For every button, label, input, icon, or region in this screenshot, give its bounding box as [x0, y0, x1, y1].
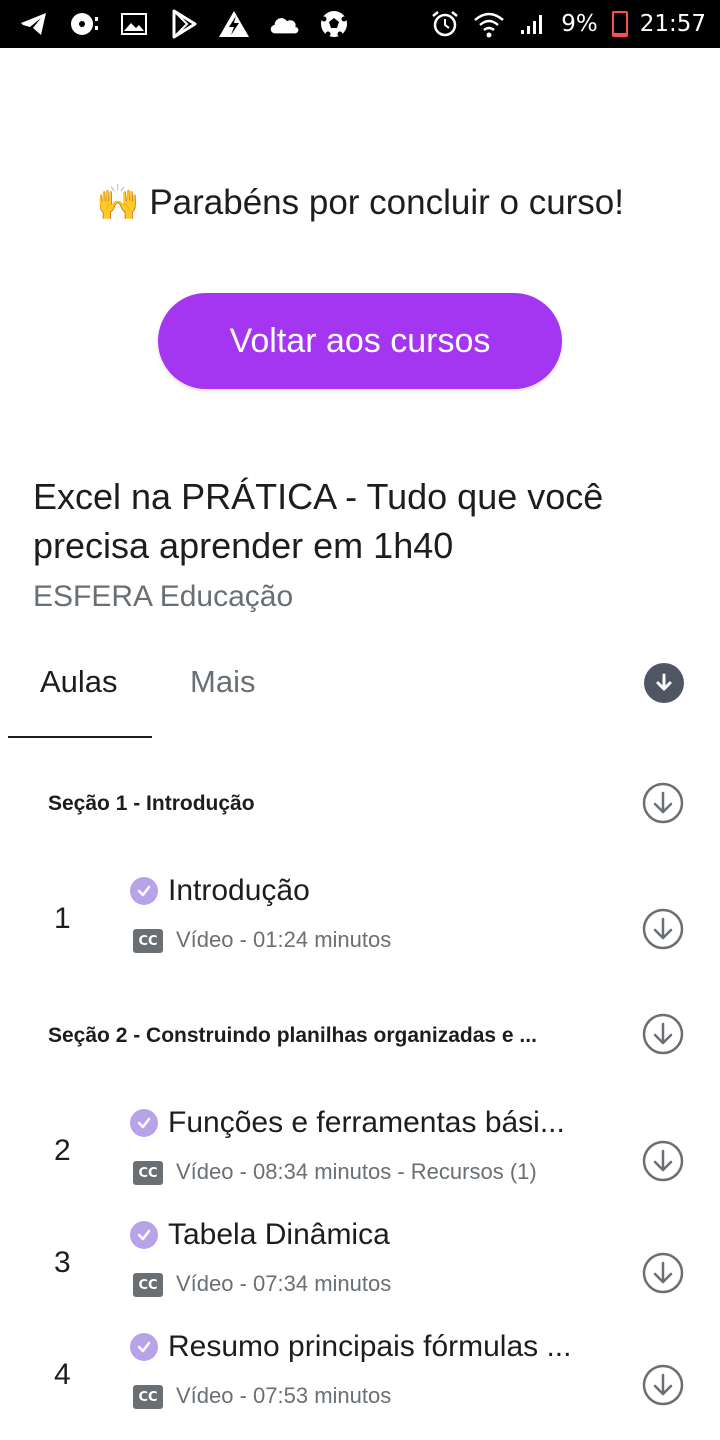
completed-check-icon	[130, 1333, 158, 1361]
download-circle-icon	[642, 782, 684, 824]
lecture-meta: Vídeo - 01:24 minutos	[176, 927, 392, 952]
music-disc-icon	[68, 8, 100, 40]
lecture-number: 3	[54, 1246, 71, 1279]
course-tabs: Aulas Mais	[0, 650, 720, 740]
lecture-item[interactable]: 1 Introdução CC Vídeo - 01:24 minutos	[0, 874, 720, 974]
congrats-text: Parabéns por concluir o curso!	[149, 183, 624, 222]
lecture-number: 1	[54, 902, 71, 935]
lecture-title: Tabela Dinâmica	[168, 1218, 390, 1251]
wifi-icon	[473, 8, 505, 40]
lecture-title: Resumo principais fórmulas ...	[168, 1330, 572, 1363]
congrats-message: 🙌 Parabéns por concluir o curso!	[0, 182, 720, 223]
download-circle-icon	[642, 908, 684, 950]
download-all-button[interactable]	[644, 663, 684, 703]
soccer-ball-icon	[318, 8, 350, 40]
lecture-meta: Vídeo - 07:53 minutos	[176, 1383, 392, 1408]
lecture-title: Funções e ferramentas bási...	[168, 1106, 565, 1139]
back-to-courses-button[interactable]: Voltar aos cursos	[158, 293, 562, 389]
completed-check-icon	[130, 877, 158, 905]
status-bar: 9% 21:57	[0, 0, 720, 48]
closed-captions-icon: CC	[133, 929, 163, 953]
download-circle-icon	[642, 1013, 684, 1055]
download-arrow-icon	[656, 673, 672, 691]
section-title: Seção 1 - Introdução	[48, 792, 255, 815]
course-instructor: ESFERA Educação	[33, 580, 294, 613]
section-download-button[interactable]	[642, 1013, 684, 1055]
battery-percentage: 9%	[561, 11, 598, 37]
lecture-item[interactable]: 2 Funções e ferramentas bási... CC Vídeo…	[0, 1106, 720, 1206]
download-circle-icon	[642, 1140, 684, 1182]
closed-captions-icon: CC	[133, 1273, 163, 1297]
section-download-button[interactable]	[642, 782, 684, 824]
lecture-item[interactable]: 3 Tabela Dinâmica CC Vídeo - 07:34 minut…	[0, 1218, 720, 1318]
status-bar-notifications	[18, 8, 350, 40]
lecture-number: 4	[54, 1358, 71, 1391]
lecture-meta: Vídeo - 08:34 minutos - Recursos (1)	[176, 1159, 537, 1184]
download-circle-icon	[642, 1364, 684, 1406]
download-circle-icon	[642, 1252, 684, 1294]
telegram-icon	[18, 8, 50, 40]
image-icon	[118, 8, 150, 40]
lecture-download-button[interactable]	[642, 1140, 684, 1182]
lecture-title: Introdução	[168, 874, 310, 907]
tab-mais[interactable]: Mais	[190, 664, 255, 700]
completed-check-icon	[130, 1109, 158, 1137]
completed-check-icon	[130, 1221, 158, 1249]
lecture-meta: Vídeo - 07:34 minutos	[176, 1271, 392, 1296]
lecture-download-button[interactable]	[642, 1252, 684, 1294]
section-title: Seção 2 - Construindo planilhas organiza…	[48, 1024, 537, 1047]
closed-captions-icon: CC	[133, 1161, 163, 1185]
raising-hands-emoji: 🙌	[95, 183, 140, 222]
lecture-download-button[interactable]	[642, 908, 684, 950]
tab-aulas[interactable]: Aulas	[40, 664, 118, 700]
active-tab-indicator	[8, 736, 152, 738]
lecture-number: 2	[54, 1134, 71, 1167]
lecture-item[interactable]: 4 Resumo principais fórmulas ... CC Víde…	[0, 1330, 720, 1430]
cloud-icon	[268, 8, 300, 40]
battery-icon	[611, 11, 628, 37]
status-bar-system: 9% 21:57	[429, 8, 706, 40]
play-store-icon	[168, 8, 200, 40]
course-title: Excel na PRÁTICA - Tudo que você precisa…	[33, 476, 604, 566]
closed-captions-icon: CC	[133, 1385, 163, 1409]
app-icon	[218, 8, 250, 40]
signal-icon	[517, 8, 549, 40]
lecture-download-button[interactable]	[642, 1364, 684, 1406]
alarm-icon	[429, 8, 461, 40]
clock: 21:57	[639, 11, 706, 37]
